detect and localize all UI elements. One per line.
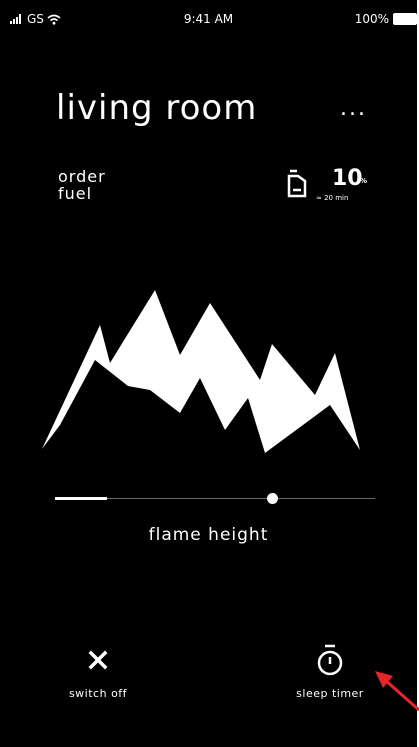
more-options-button[interactable]: ...	[340, 96, 367, 121]
room-title: living room	[56, 88, 258, 128]
status-right: 100%	[355, 12, 417, 26]
sleep-timer-label: sleep timer	[296, 687, 364, 700]
timer-icon	[317, 644, 343, 676]
status-bar: GS 9:41 AM 100%	[0, 0, 417, 40]
order-fuel-button[interactable]: order fuel	[58, 168, 106, 202]
app-screen: GS 9:41 AM 100% living room ... order fu…	[0, 0, 417, 747]
close-icon	[88, 650, 108, 670]
fuel-level-value: 10	[332, 166, 363, 191]
fuel-canister-icon	[287, 169, 307, 198]
slider-fill	[55, 497, 107, 500]
battery-percent: 100%	[354, 12, 389, 26]
flame-height-label: flame height	[148, 525, 269, 545]
switch-off-label: switch off	[68, 687, 128, 700]
sleep-timer-button[interactable]: sleep timer	[280, 640, 380, 700]
battery-icon	[393, 13, 417, 25]
slider-thumb[interactable]	[267, 493, 279, 504]
switch-off-button[interactable]: switch off	[48, 640, 148, 700]
flame-height-slider[interactable]	[55, 490, 375, 508]
fuel-level-unit: %	[360, 177, 368, 185]
flame-graphic	[42, 290, 360, 453]
fuel-remaining-time: ≈ 20 min	[316, 194, 349, 202]
